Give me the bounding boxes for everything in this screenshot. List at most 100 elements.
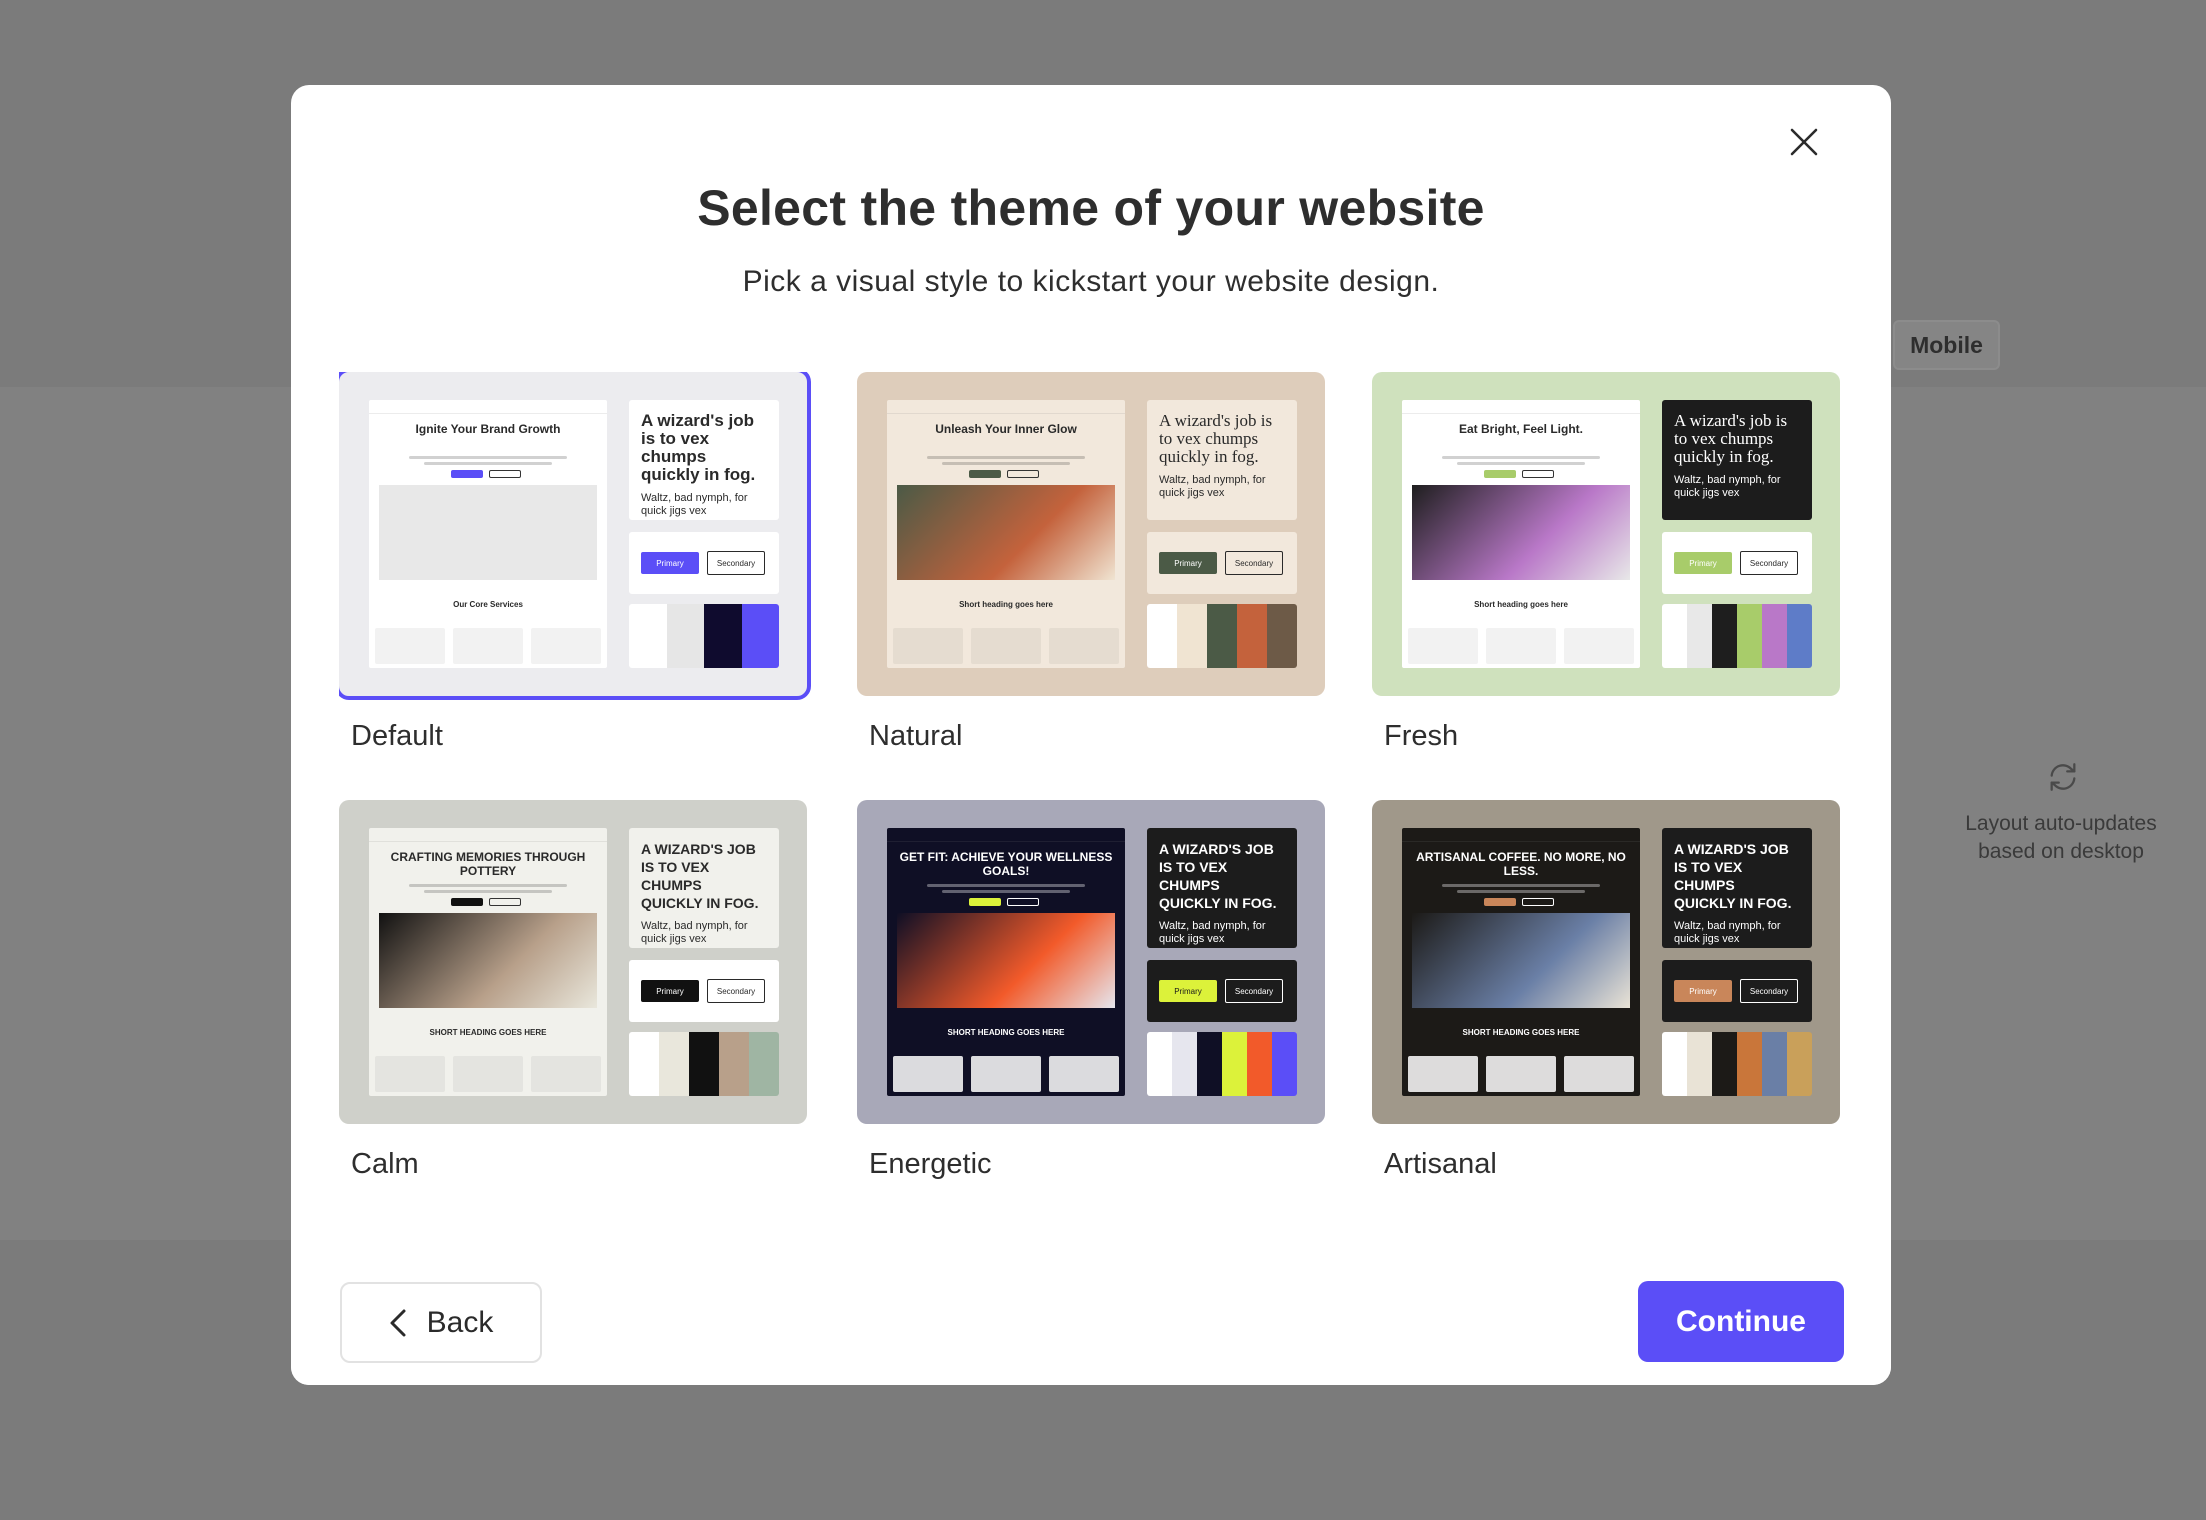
preview-feature <box>1408 628 1478 664</box>
typography-sample-body: Waltz, bad nymph, for quick jigs vex <box>641 920 748 945</box>
color-swatch <box>1712 604 1737 668</box>
theme-label: Default <box>351 720 443 752</box>
color-swatch <box>1687 604 1712 668</box>
preview-text-line <box>1442 884 1600 887</box>
buttons-panel: Primary Secondary <box>1662 532 1812 594</box>
close-icon <box>1790 128 1818 156</box>
typography-sample-title: A WIZARD'S JOB IS TO VEX CHUMPS QUICKLY … <box>1159 841 1277 911</box>
preview-heading: Eat Bright, Feel Light. <box>1458 422 1583 436</box>
theme-card-fresh[interactable]: Eat Bright, Feel Light. Short heading go… <box>1372 372 1842 772</box>
color-swatches <box>1147 1032 1297 1096</box>
preview-secondary-button <box>1522 898 1554 906</box>
theme-card-default[interactable]: Ignite Your Brand Growth Our Core Servic… <box>339 372 811 772</box>
theme-card-calm[interactable]: CRAFTING MEMORIES THROUGH POTTERY SHORT … <box>339 800 809 1200</box>
theme-thumbnail[interactable]: Eat Bright, Feel Light. Short heading go… <box>1372 372 1840 696</box>
color-swatch <box>1247 1032 1272 1096</box>
buttons-panel: Primary Secondary <box>1662 960 1812 1022</box>
color-swatches <box>1147 604 1297 668</box>
preview-feature <box>971 1056 1041 1092</box>
preview-feature <box>375 1056 445 1092</box>
preview-text-line <box>942 890 1070 893</box>
preview-text-line <box>1457 462 1585 465</box>
modal-subtitle: Pick a visual style to kickstart your we… <box>742 265 1440 298</box>
color-swatch <box>1172 1032 1197 1096</box>
typography-sample-body: Waltz, bad nymph, for quick jigs vex <box>1674 920 1781 945</box>
color-swatches <box>629 604 779 668</box>
theme-label: Energetic <box>869 1148 992 1180</box>
theme-thumbnail[interactable]: Ignite Your Brand Growth Our Core Servic… <box>339 372 811 700</box>
preview-nav <box>887 400 1125 414</box>
preview-feature <box>531 628 601 664</box>
preview-page: Unleash Your Inner Glow Short heading go… <box>887 400 1125 668</box>
color-swatch <box>1737 1032 1762 1096</box>
theme-grid: Ignite Your Brand Growth Our Core Servic… <box>339 372 1849 1252</box>
preview-hero-image <box>379 485 597 580</box>
typography-panel: A wizard's job is to vex chumps quickly … <box>629 400 779 520</box>
color-swatch <box>1662 1032 1687 1096</box>
theme-thumbnail[interactable]: CRAFTING MEMORIES THROUGH POTTERY SHORT … <box>339 800 807 1124</box>
typography-sample-title: A wizard's job is to vex chumps quickly … <box>1674 411 1788 466</box>
mobile-tab[interactable]: Mobile <box>1893 320 2000 370</box>
typography-panel: A wizard's job is to vex chumps quickly … <box>1662 400 1812 520</box>
preview-feature <box>1564 1056 1634 1092</box>
typography-sample-title: A WIZARD'S JOB IS TO VEX CHUMPS QUICKLY … <box>1674 841 1792 911</box>
color-swatch <box>719 1032 749 1096</box>
theme-preview: GET FIT: ACHIEVE YOUR WELLNESS GOALS! SH… <box>857 800 1325 1124</box>
preview-text-line <box>927 456 1085 459</box>
preview-feature <box>1486 628 1556 664</box>
typography-sample-body: Waltz, bad nymph, for quick jigs vex <box>1159 920 1266 945</box>
theme-label: Fresh <box>1384 720 1459 752</box>
typography-panel: A WIZARD'S JOB IS TO VEX CHUMPS QUICKLY … <box>1662 828 1812 948</box>
theme-card-artisanal[interactable]: ARTISANAL COFFEE. NO MORE, NO LESS. SHOR… <box>1372 800 1842 1200</box>
typography-sample-body: Waltz, bad nymph, for quick jigs vex <box>1674 474 1781 499</box>
preview-text-line <box>1442 456 1600 459</box>
typography-panel: A wizard's job is to vex chumps quickly … <box>1147 400 1297 520</box>
theme-label: Calm <box>351 1148 419 1180</box>
typography-sample-title: A wizard's job is to vex chumps quickly … <box>1159 411 1273 466</box>
theme-card-natural[interactable]: Unleash Your Inner Glow Short heading go… <box>857 372 1327 772</box>
theme-thumbnail[interactable]: Unleash Your Inner Glow Short heading go… <box>857 372 1325 696</box>
typography-panel: A WIZARD'S JOB IS TO VEX CHUMPS QUICKLY … <box>629 828 779 948</box>
color-swatch <box>1147 604 1177 668</box>
color-swatch <box>741 604 779 668</box>
sample-primary-button: Primary <box>641 980 699 1002</box>
color-swatch <box>1222 1032 1247 1096</box>
theme-preview: Ignite Your Brand Growth Our Core Servic… <box>339 372 807 696</box>
preview-feature <box>971 628 1041 664</box>
continue-button[interactable]: Continue <box>1638 1281 1844 1362</box>
color-swatch <box>704 604 742 668</box>
color-swatch <box>1737 604 1762 668</box>
preview-nav <box>369 400 607 414</box>
color-swatch <box>666 604 704 668</box>
preview-primary-button <box>1484 470 1516 478</box>
preview-subheading: SHORT HEADING GOES HERE <box>947 1028 1065 1037</box>
preview-text-line <box>1457 890 1585 893</box>
theme-preview: ARTISANAL COFFEE. NO MORE, NO LESS. SHOR… <box>1372 800 1840 1124</box>
color-swatch <box>629 604 667 668</box>
buttons-panel: Primary Secondary <box>1147 960 1297 1022</box>
preview-text-line <box>424 890 552 893</box>
color-swatch <box>1787 604 1812 668</box>
preview-feature <box>893 628 963 664</box>
preview-text-line <box>409 456 567 459</box>
preview-page: Ignite Your Brand Growth Our Core Servic… <box>369 400 607 668</box>
preview-feature <box>453 628 523 664</box>
preview-page: CRAFTING MEMORIES THROUGH POTTERY SHORT … <box>369 828 607 1096</box>
theme-preview: Eat Bright, Feel Light. Short heading go… <box>1372 372 1840 696</box>
buttons-panel: Primary Secondary <box>629 960 779 1022</box>
theme-thumbnail[interactable]: ARTISANAL COFFEE. NO MORE, NO LESS. SHOR… <box>1372 800 1840 1124</box>
preview-primary-button <box>451 470 483 478</box>
sample-secondary-button: Secondary <box>1225 551 1283 575</box>
preview-feature <box>1564 628 1634 664</box>
sample-secondary-button: Secondary <box>1740 551 1798 575</box>
preview-subheading: Short heading goes here <box>1474 600 1568 609</box>
theme-card-energetic[interactable]: GET FIT: ACHIEVE YOUR WELLNESS GOALS! SH… <box>857 800 1327 1200</box>
color-swatch <box>689 1032 719 1096</box>
sample-secondary-button: Secondary <box>1225 979 1283 1003</box>
preview-secondary-button <box>1007 470 1039 478</box>
back-button[interactable]: Back <box>340 1282 542 1363</box>
theme-thumbnail[interactable]: GET FIT: ACHIEVE YOUR WELLNESS GOALS! SH… <box>857 800 1325 1124</box>
close-button[interactable] <box>1777 115 1831 169</box>
preview-secondary-button <box>489 898 521 906</box>
preview-text-line <box>942 462 1070 465</box>
